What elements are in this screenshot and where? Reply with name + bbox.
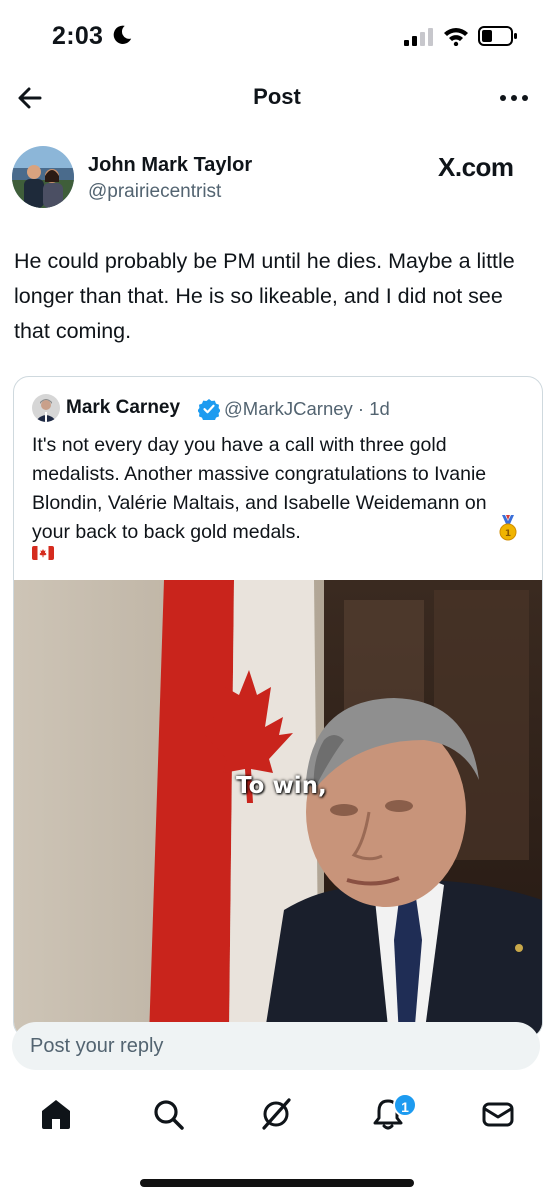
svg-text:1: 1 bbox=[505, 529, 511, 539]
quoted-text: It's not every day you have a call with … bbox=[32, 434, 487, 543]
video-caption: To win, bbox=[236, 773, 327, 799]
video-player[interactable] bbox=[14, 580, 542, 1037]
post-text: He could probably be PM until he dies. M… bbox=[14, 249, 515, 343]
canada-flag-icon bbox=[32, 546, 54, 560]
top-app-bar: Post bbox=[0, 72, 554, 126]
home-icon[interactable] bbox=[38, 1096, 74, 1132]
verified-badge-icon bbox=[198, 399, 220, 420]
quoted-post[interactable]: Mark Carney @MarkJCarney · 1d It's not e… bbox=[13, 376, 543, 1038]
author-handle[interactable]: @prairiecentrist bbox=[88, 181, 221, 203]
moon-icon bbox=[113, 25, 132, 44]
messages-icon[interactable] bbox=[480, 1096, 516, 1132]
signal-icon bbox=[404, 28, 433, 46]
avatar[interactable] bbox=[12, 146, 74, 208]
status-bar: 2:03 bbox=[0, 0, 554, 72]
status-time: 2:03 bbox=[52, 22, 104, 50]
wifi-icon bbox=[444, 28, 468, 46]
search-icon[interactable] bbox=[150, 1096, 186, 1132]
notification-badge: 1 bbox=[393, 1093, 417, 1117]
reply-input[interactable]: Post your reply bbox=[12, 1022, 540, 1070]
quoted-author-name: Mark Carney bbox=[66, 397, 181, 418]
grok-icon[interactable] bbox=[258, 1096, 294, 1132]
quoted-handle-time: @MarkJCarney · 1d bbox=[224, 398, 390, 419]
reply-placeholder: Post your reply bbox=[30, 1035, 164, 1057]
quoted-avatar bbox=[32, 394, 60, 422]
flag-red-band bbox=[149, 580, 234, 1037]
more-horizontal-icon[interactable] bbox=[496, 88, 532, 108]
source-label: X.com bbox=[438, 152, 514, 182]
author-name[interactable]: John Mark Taylor bbox=[88, 154, 252, 177]
battery-icon bbox=[478, 26, 517, 46]
bottom-nav: 1 bbox=[0, 1086, 554, 1146]
page-title: Post bbox=[253, 84, 301, 109]
home-indicator bbox=[140, 1179, 414, 1187]
gold-medal-icon: 1 bbox=[499, 515, 517, 541]
